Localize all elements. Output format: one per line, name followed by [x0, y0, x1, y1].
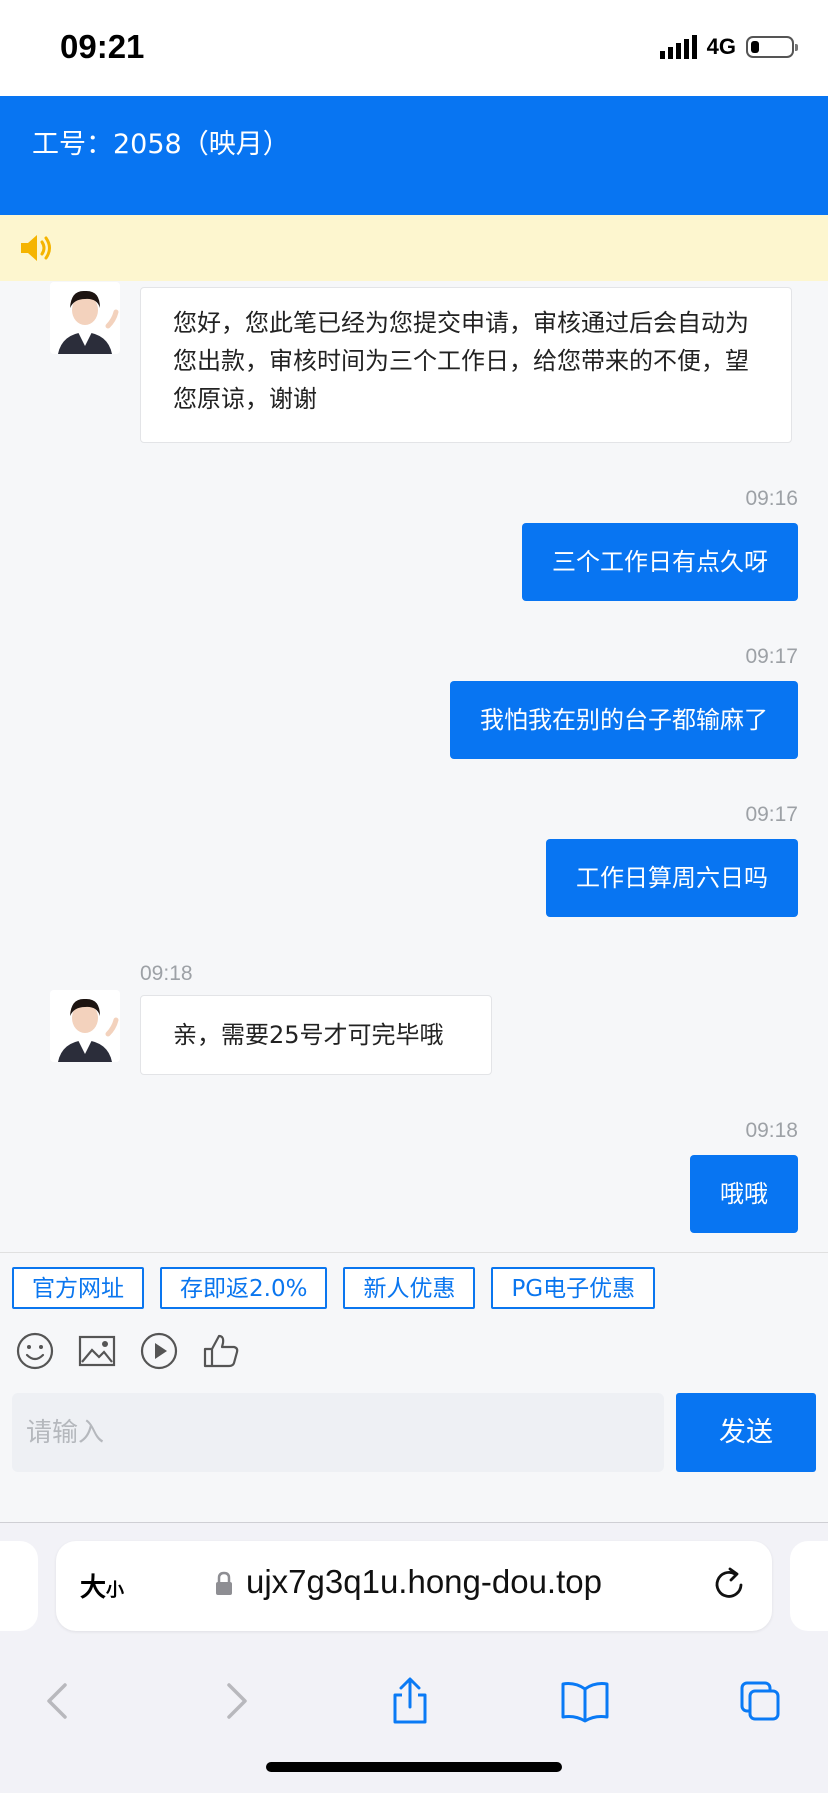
url-text: ujx7g3q1u.hong-dou.top — [246, 1563, 602, 1600]
forward-icon[interactable] — [214, 1677, 258, 1725]
message-bubble-incoming: 亲，需要25号才可完毕哦 — [140, 995, 492, 1075]
quick-reply-deposit-rebate[interactable]: 存即返2.0% — [160, 1267, 328, 1309]
agent-avatar — [50, 990, 120, 1062]
agent-title: 工号：2058（映月） — [32, 129, 290, 160]
status-time: 09:21 — [60, 28, 145, 65]
bookmarks-icon[interactable] — [560, 1677, 610, 1725]
send-button[interactable]: 发送 — [676, 1393, 816, 1472]
lock-icon — [216, 1571, 232, 1595]
browser-chrome: 大小 ujx7g3q1u.hong-dou.top — [0, 1522, 828, 1793]
address-bar[interactable]: 大小 ujx7g3q1u.hong-dou.top — [56, 1541, 772, 1631]
network-type: 4G — [706, 34, 736, 59]
message-timestamp: 09:17 — [745, 803, 798, 826]
reload-icon[interactable] — [712, 1565, 748, 1603]
video-icon[interactable] — [140, 1332, 178, 1370]
share-icon[interactable] — [388, 1677, 432, 1725]
image-icon[interactable] — [78, 1332, 116, 1370]
thumbs-up-icon[interactable] — [202, 1332, 240, 1370]
speaker-icon — [21, 235, 51, 261]
message-timestamp: 09:18 — [140, 962, 193, 985]
text-size-button[interactable]: 大小 — [80, 1567, 124, 1604]
previous-tab-peek[interactable] — [0, 1541, 38, 1631]
input-toolbar — [16, 1332, 240, 1370]
message-list[interactable]: 您好，您此笔已经为您提交申请，审核通过后会自动为您出款，审核时间为三个工作日，给… — [0, 281, 828, 1251]
agent-avatar — [50, 282, 120, 354]
message-bubble-outgoing: 工作日算周六日吗 — [546, 839, 798, 917]
chat-header: 工号：2058（映月） — [0, 96, 828, 215]
back-icon[interactable] — [36, 1677, 80, 1725]
home-indicator[interactable] — [266, 1762, 562, 1772]
quick-reply-pg-offer[interactable]: PG电子优惠 — [491, 1267, 656, 1309]
message-timestamp: 09:18 — [745, 1119, 798, 1142]
battery-icon — [746, 36, 798, 58]
message-bubble-outgoing: 我怕我在别的台子都输麻了 — [450, 681, 798, 759]
quick-replies: 官方网址 存即返2.0% 新人优惠 PG电子优惠 — [12, 1267, 656, 1309]
signal-icon — [659, 35, 697, 59]
browser-toolbar — [0, 1663, 828, 1743]
status-bar: 09:21 4G — [0, 0, 828, 96]
quick-reply-official-site[interactable]: 官方网址 — [12, 1267, 144, 1309]
message-timestamp: 09:17 — [745, 645, 798, 668]
message-bubble-incoming: 您好，您此笔已经为您提交申请，审核通过后会自动为您出款，审核时间为三个工作日，给… — [140, 287, 792, 443]
panel-divider — [0, 1252, 828, 1253]
notice-bar[interactable] — [0, 215, 828, 281]
message-input-container — [12, 1393, 664, 1472]
message-timestamp: 09:16 — [745, 487, 798, 510]
quick-reply-new-user-offer[interactable]: 新人优惠 — [343, 1267, 476, 1309]
message-bubble-outgoing: 三个工作日有点久呀 — [522, 523, 798, 601]
message-bubble-outgoing: 哦哦 — [690, 1155, 798, 1233]
next-tab-peek[interactable] — [790, 1541, 828, 1631]
emoji-icon[interactable] — [16, 1332, 54, 1370]
message-input[interactable] — [12, 1393, 664, 1472]
tabs-icon[interactable] — [738, 1677, 782, 1725]
